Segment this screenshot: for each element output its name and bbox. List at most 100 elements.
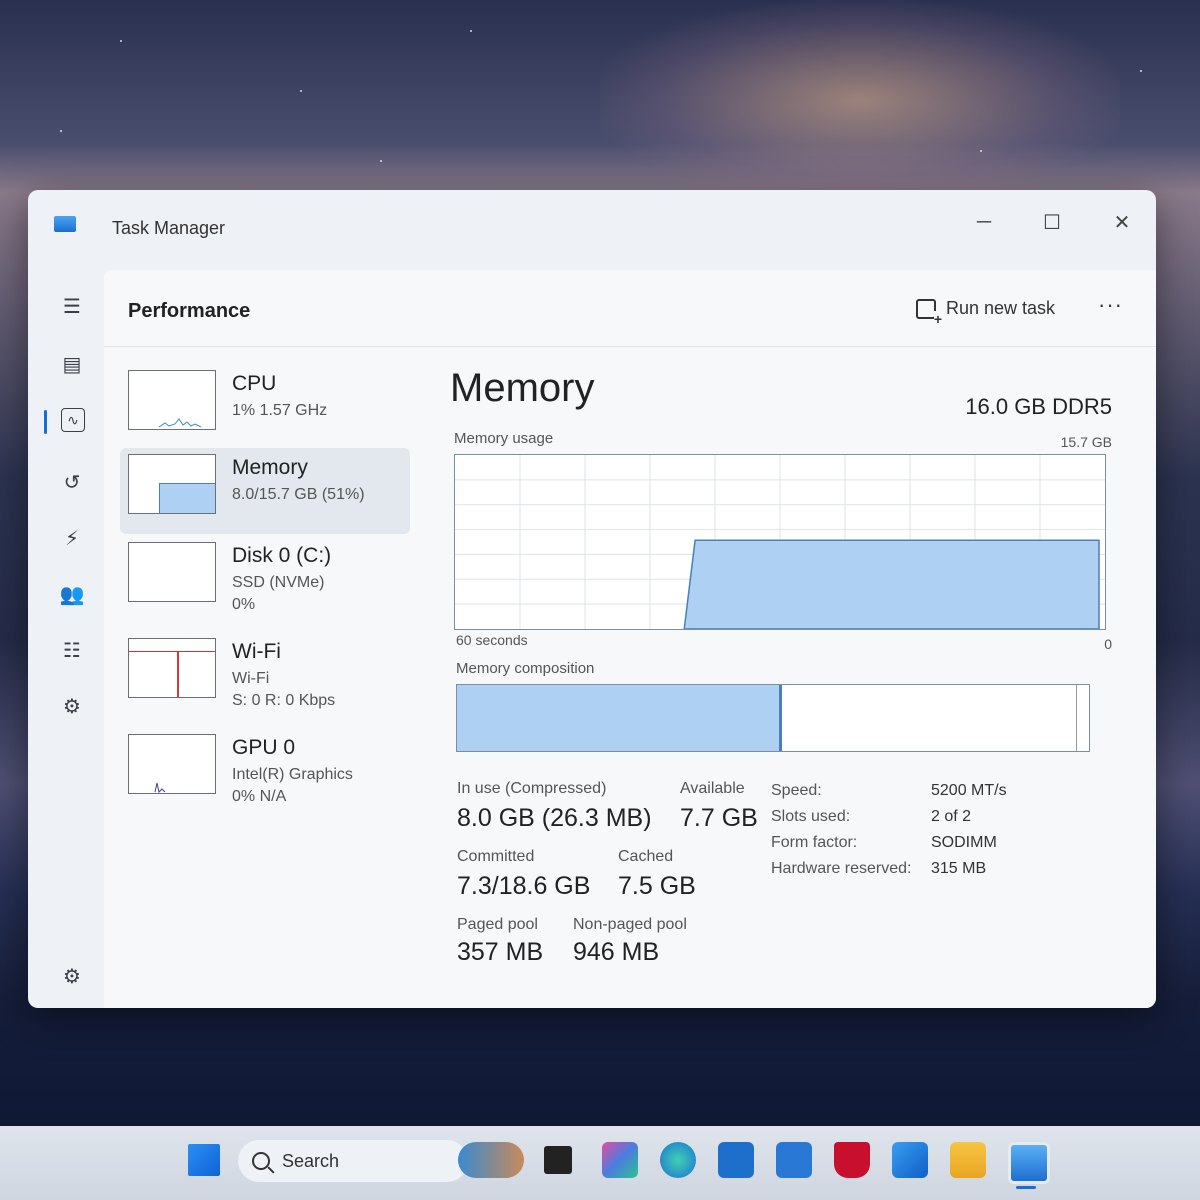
memory-usage-label: Memory usage <box>454 430 554 447</box>
star <box>60 130 62 132</box>
processes-icon[interactable]: ▤ <box>58 350 86 378</box>
hamburger-menu-icon[interactable]: ☰ <box>58 292 86 320</box>
paged-pool-value: 357 MB <box>457 938 544 966</box>
wifi-spike <box>177 651 179 697</box>
resource-name: CPU <box>232 372 277 395</box>
maximize-button[interactable]: ☐ <box>1030 204 1074 240</box>
resource-subtitle: Intel(R) Graphics <box>232 766 353 783</box>
star <box>980 150 982 152</box>
resource-subtitle: 8.0/15.7 GB (51%) <box>232 486 365 503</box>
cached-value: 7.5 GB <box>618 872 696 900</box>
resource-subtitle: SSD (NVMe) <box>232 574 325 591</box>
gpu-sparkline <box>154 782 166 793</box>
non-paged-pool-value: 946 MB <box>573 938 660 966</box>
content-panel: Performance Run new task ··· CPU 1% 1.57… <box>104 270 1156 1008</box>
detail-value: SODIMM <box>931 834 997 851</box>
file-explorer-icon[interactable] <box>950 1142 986 1178</box>
available-value: 7.7 GB <box>680 804 758 832</box>
detail-value: 2 of 2 <box>931 808 972 825</box>
memory-usage-area <box>683 539 1100 629</box>
resource-disk[interactable]: Disk 0 (C:) SSD (NVMe) 0% <box>120 536 410 622</box>
performance-icon[interactable]: ∿ <box>61 408 85 432</box>
active-app-indicator <box>1016 1186 1036 1189</box>
windows-start-icon[interactable] <box>188 1144 220 1176</box>
run-task-icon <box>916 298 942 327</box>
microsoft-store-icon[interactable] <box>718 1142 754 1178</box>
resource-name: Disk 0 (C:) <box>232 544 332 567</box>
in-use-label: In use (Compressed) <box>457 780 607 797</box>
more-options-button[interactable]: ··· <box>1098 292 1123 318</box>
resource-wifi[interactable]: Wi-Fi Wi-Fi S: 0 R: 0 Kbps <box>120 632 410 718</box>
task-manager-window: Task Manager ─ ☐ ✕ ☰ ▤ ∿ ↺ ⚡ 👥 ☷ ⚙ ⚙ Per… <box>28 190 1156 1008</box>
memory-title: Memory <box>450 366 595 410</box>
graph-time-left: 60 seconds <box>456 632 528 648</box>
outlook-icon[interactable] <box>892 1142 928 1178</box>
users-icon[interactable]: 👥 <box>58 580 86 608</box>
committed-label: Committed <box>457 848 535 865</box>
cpu-sparkline <box>158 418 202 428</box>
page-header: Performance Run new task ··· <box>104 270 1156 347</box>
resource-gpu[interactable]: GPU 0 Intel(R) Graphics 0% N/A <box>120 728 410 814</box>
task-manager-icon <box>54 216 76 232</box>
app-history-icon[interactable]: ↺ <box>58 468 86 496</box>
close-button[interactable]: ✕ <box>1100 204 1144 240</box>
star <box>300 90 302 92</box>
star <box>380 160 382 162</box>
memory-usage-svg <box>455 455 1105 629</box>
graph-time-right: 0 <box>1104 636 1112 652</box>
cpu-thumbnail <box>128 370 216 430</box>
company-portal-icon[interactable] <box>776 1142 812 1178</box>
search-highlight-icon[interactable] <box>458 1142 524 1178</box>
paged-pool-label: Paged pool <box>457 916 538 933</box>
details-icon[interactable]: ☷ <box>58 636 86 664</box>
wallpaper-glow <box>600 0 1120 200</box>
window-title: Task Manager <box>112 218 226 238</box>
memory-spec: 16.0 GB DDR5 <box>965 394 1112 419</box>
disk-thumbnail <box>128 542 216 602</box>
wifi-thumbnail <box>128 638 216 698</box>
star <box>1140 70 1142 72</box>
search-label: Search <box>282 1150 340 1171</box>
search-box[interactable]: Search <box>238 1140 468 1182</box>
gpu-thumbnail <box>128 734 216 794</box>
composition-free-divider <box>1076 685 1078 751</box>
star <box>120 40 122 42</box>
memory-usage-max: 15.7 GB <box>1060 434 1112 450</box>
mcafee-icon[interactable] <box>834 1142 870 1178</box>
edge-browser-icon[interactable] <box>660 1142 696 1178</box>
memory-thumbnail <box>128 454 216 514</box>
title-bar[interactable]: Task Manager ─ ☐ ✕ <box>28 190 1156 260</box>
resource-name: Wi-Fi <box>232 640 281 663</box>
detail-key: Speed: <box>771 782 822 799</box>
page-title: Performance <box>128 300 251 322</box>
resource-cpu[interactable]: CPU 1% 1.57 GHz <box>120 364 410 450</box>
services-icon[interactable]: ⚙ <box>58 692 86 720</box>
memory-composition-bar <box>456 684 1090 752</box>
task-view-icon[interactable] <box>544 1146 572 1174</box>
resource-name: GPU 0 <box>232 736 296 759</box>
run-new-task-button[interactable]: Run new task <box>916 298 1055 327</box>
wifi-baseline <box>129 651 215 652</box>
settings-icon[interactable]: ⚙ <box>58 962 86 990</box>
minimize-button[interactable]: ─ <box>962 204 1006 240</box>
composition-in-use <box>457 685 783 751</box>
startup-apps-icon[interactable]: ⚡ <box>58 524 86 552</box>
detail-key: Slots used: <box>771 808 851 825</box>
detail-value: 315 MB <box>931 860 987 877</box>
resource-name: Memory <box>232 456 308 479</box>
active-indicator <box>44 410 47 434</box>
taskbar: Search <box>0 1126 1200 1200</box>
resource-subtitle: 1% 1.57 GHz <box>232 402 328 419</box>
resource-subtitle: Wi-Fi <box>232 670 270 687</box>
available-label: Available <box>680 780 745 797</box>
memory-usage-graph <box>454 454 1106 630</box>
microsoft-365-icon[interactable] <box>602 1142 638 1178</box>
memory-thumbnail-fill <box>159 483 215 513</box>
resource-memory[interactable]: Memory 8.0/15.7 GB (51%) <box>120 448 410 534</box>
search-icon <box>252 1152 270 1170</box>
resource-subtitle-2: 0% <box>232 596 256 613</box>
resource-subtitle-2: 0% N/A <box>232 788 287 805</box>
task-manager-taskbar-icon[interactable] <box>1008 1142 1050 1184</box>
detail-key: Hardware reserved: <box>771 860 912 877</box>
detail-value: 5200 MT/s <box>931 782 1007 799</box>
